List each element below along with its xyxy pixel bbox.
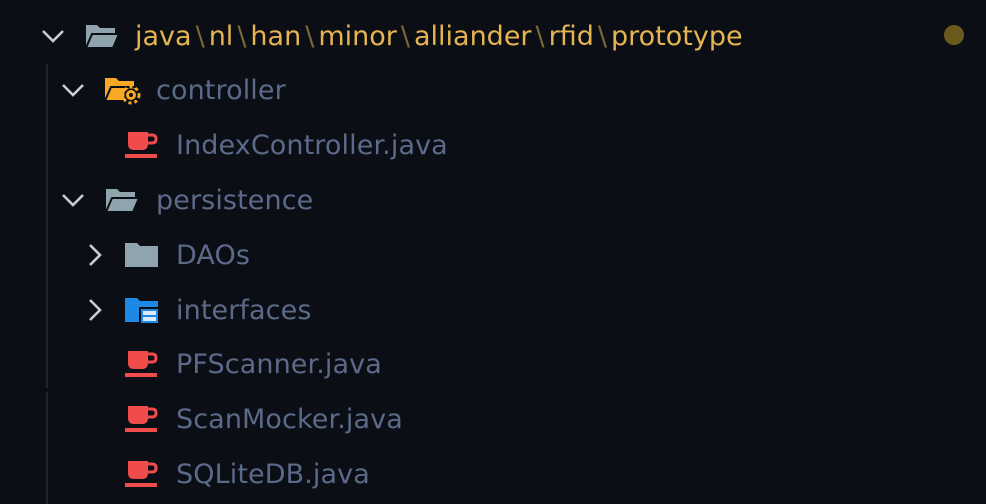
tree-item-label: controller xyxy=(156,74,286,106)
java-file-icon xyxy=(124,130,160,160)
tree-row-pfscanner[interactable]: PFScanner.java xyxy=(0,338,986,390)
tree-item-label: persistence xyxy=(156,184,314,216)
path-segment: nl xyxy=(208,20,234,52)
path-segment: minor xyxy=(318,20,397,52)
tree-row-interfaces[interactable]: interfaces xyxy=(0,284,986,336)
tree-item-label: IndexController.java xyxy=(176,129,448,161)
path-separator: \ xyxy=(195,20,205,52)
chevron-right-icon[interactable] xyxy=(80,240,110,270)
java-file-icon xyxy=(124,349,160,379)
folder-open-icon xyxy=(104,185,141,215)
tree-row-indexcontroller[interactable]: IndexController.java xyxy=(0,119,986,171)
java-file-icon xyxy=(124,404,160,434)
modified-indicator-dot xyxy=(944,25,964,45)
tree-item-label: DAOs xyxy=(176,239,251,271)
path-separator: \ xyxy=(305,20,315,52)
path-segment: han xyxy=(250,20,302,52)
tree-row-persistence[interactable]: persistence xyxy=(0,174,986,226)
folder-interfaces-icon xyxy=(124,295,160,325)
tree-row-sqlitedb[interactable]: SQLiteDB.java xyxy=(0,448,986,500)
tree-item-label: ScanMocker.java xyxy=(176,403,403,435)
tree-row-root-path[interactable]: java \ nl \ han \ minor \ alliander \ rfid \ prototy… xyxy=(0,10,986,62)
chevron-down-icon[interactable] xyxy=(58,185,88,215)
path-segment: alliander xyxy=(413,20,532,52)
tree-item-label: interfaces xyxy=(176,294,312,326)
path-segment: prototype xyxy=(611,20,743,52)
tree-item-label: PFScanner.java xyxy=(176,348,382,380)
tree-row-controller[interactable]: controller xyxy=(0,64,986,116)
tree-row-daos[interactable]: DAOs xyxy=(0,229,986,281)
path-separator: \ xyxy=(597,20,607,52)
java-file-icon xyxy=(124,459,160,489)
folder-open-icon xyxy=(84,21,121,51)
folder-controller-open-icon xyxy=(103,75,141,105)
chevron-right-icon[interactable] xyxy=(80,295,110,325)
path-breadcrumb: java \ nl \ han \ minor \ alliander \ rfid \ prototy… xyxy=(135,21,743,52)
chevron-down-icon[interactable] xyxy=(38,21,68,51)
tree-item-label: SQLiteDB.java xyxy=(176,458,370,490)
path-separator: \ xyxy=(535,20,545,52)
path-segment: java xyxy=(135,20,192,52)
folder-icon xyxy=(124,240,160,270)
tree-row-scanmocker[interactable]: ScanMocker.java xyxy=(0,393,986,445)
path-segment: rfid xyxy=(548,20,594,52)
path-separator: \ xyxy=(400,20,410,52)
path-separator: \ xyxy=(237,20,247,52)
chevron-down-icon[interactable] xyxy=(58,75,88,105)
